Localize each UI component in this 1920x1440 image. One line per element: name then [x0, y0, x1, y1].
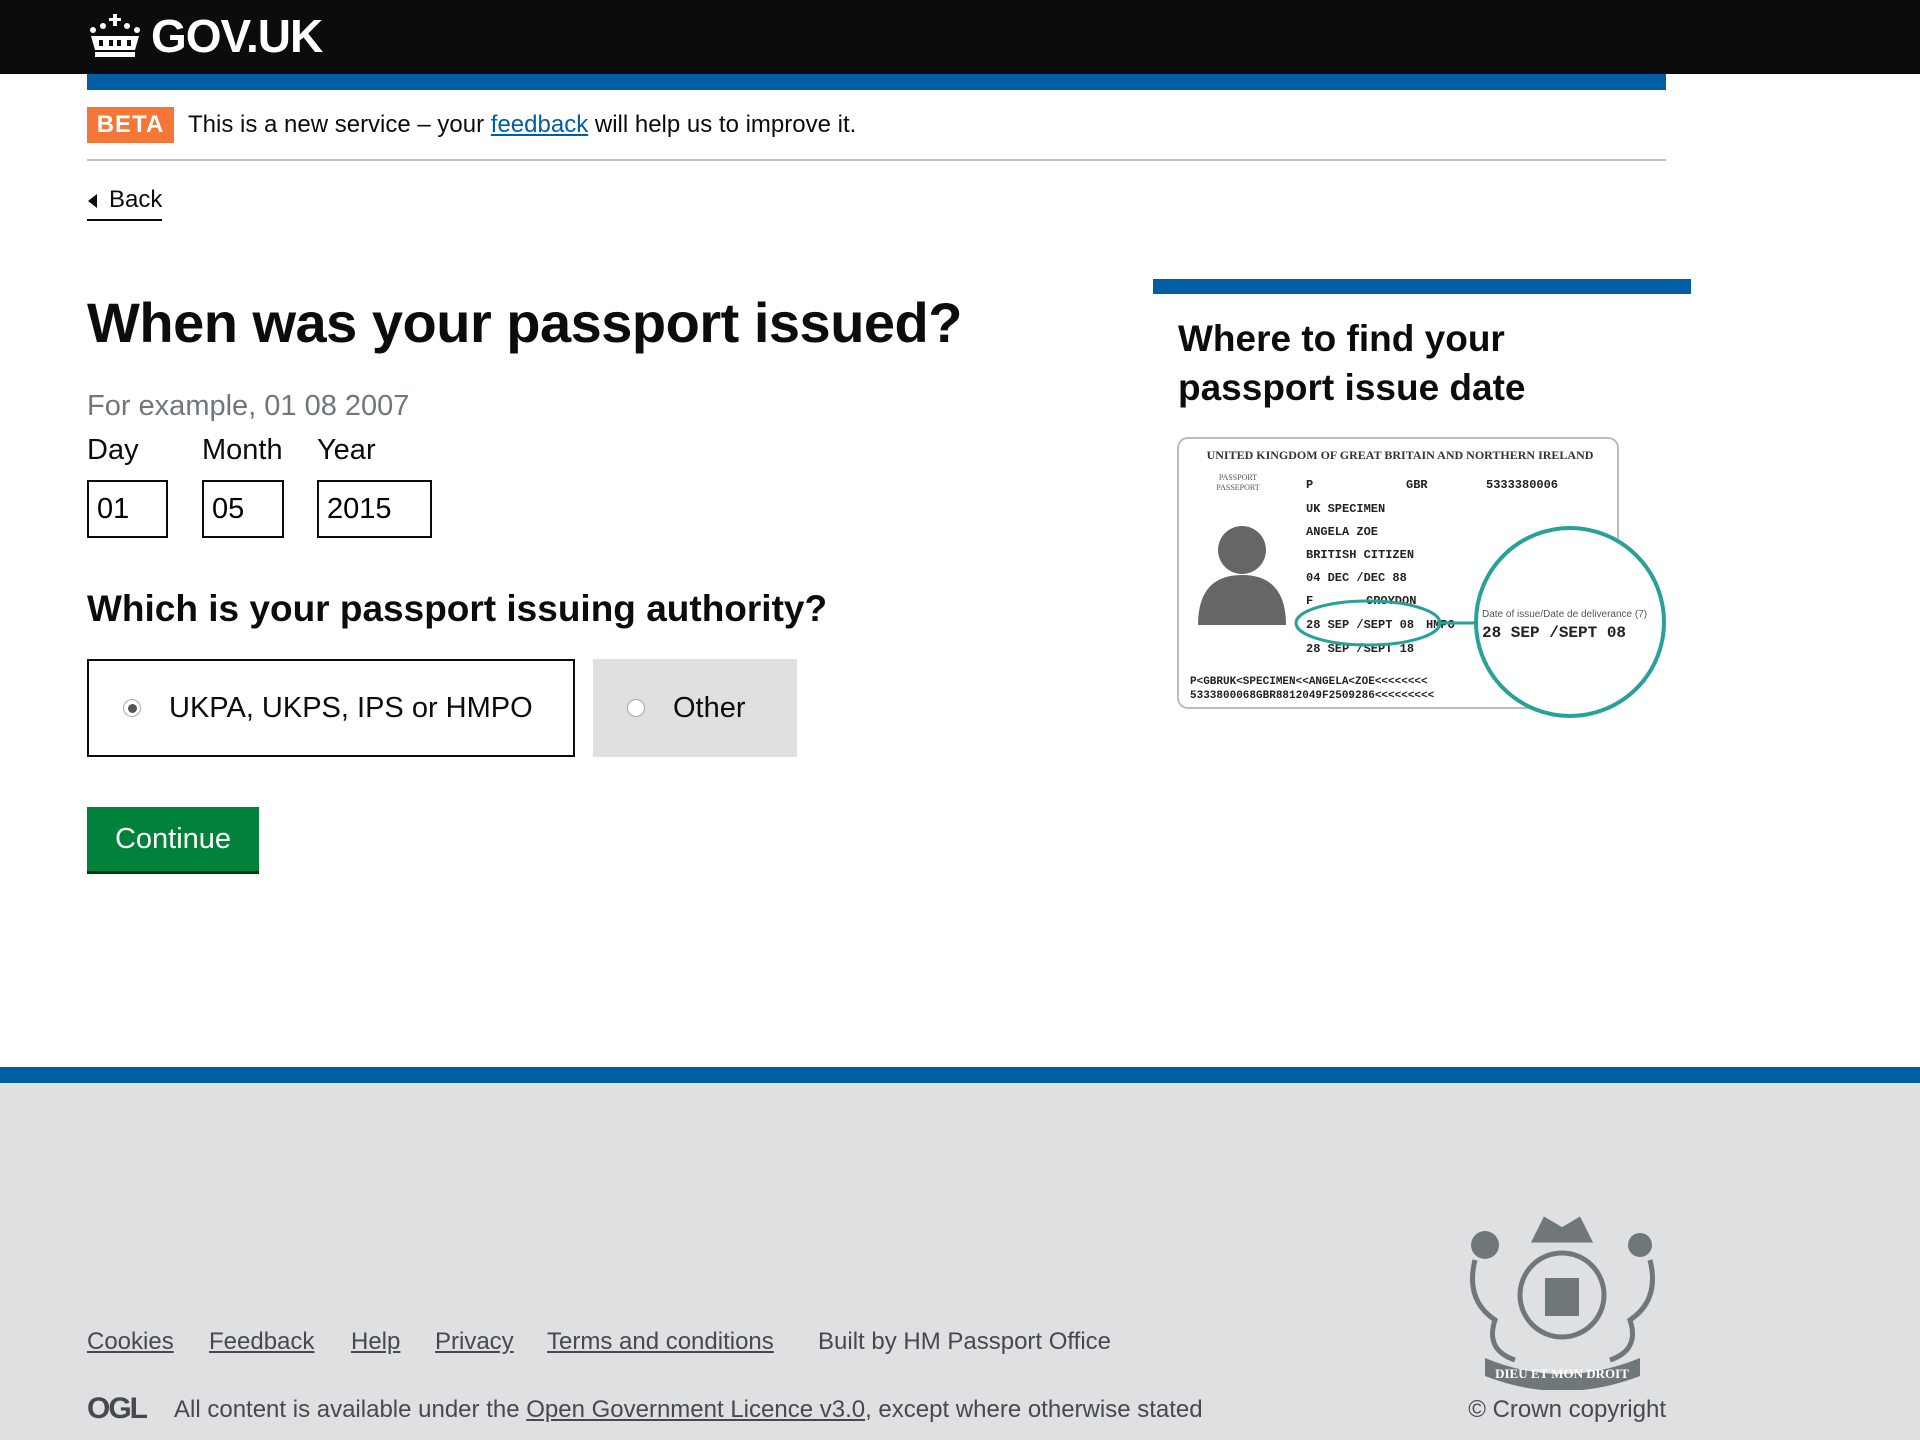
authority-question: Which is your passport issuing authority… — [87, 588, 828, 629]
radio-ukpa[interactable]: UKPA, UKPS, IPS or HMPO — [87, 659, 575, 757]
passport-code: GBR — [1406, 478, 1428, 492]
divider — [87, 159, 1666, 161]
banner-text-before: This is a new service – your — [188, 111, 491, 138]
crown-icon — [90, 14, 140, 57]
footer-link-help[interactable]: Help — [351, 1328, 400, 1356]
beta-tag: BETA — [87, 107, 174, 143]
zoom-label: Date of issue/Date de deliverance (7) — [1482, 609, 1647, 620]
back-arrow-icon — [88, 194, 97, 208]
passport-doc: PASSPORT — [1219, 473, 1257, 482]
passport-nationality: BRITISH CITIZEN — [1306, 548, 1414, 562]
back-label: Back — [109, 186, 163, 213]
phase-banner-text: This is a new service – your feedback wi… — [188, 108, 856, 142]
crown-copyright-link[interactable]: © Crown copyright — [1468, 1396, 1666, 1424]
passport-mrz1: P<GBRUK<SPECIMEN<<ANGELA<ZOE<<<<<<<< — [1190, 676, 1428, 688]
year-label: Year — [317, 434, 376, 466]
built-by: Built by HM Passport Office — [818, 1328, 1111, 1355]
licence-before: All content is available under the — [174, 1396, 527, 1423]
passport-country: UNITED KINGDOM OF GREAT BRITAIN AND NORT… — [1207, 448, 1594, 462]
logo-text: GOV.UK — [151, 10, 323, 62]
passport-issue: 28 SEP /SEPT 08 — [1306, 618, 1414, 632]
month-input[interactable] — [202, 480, 284, 538]
passport-mrz2: 5333800068GBR8812049F2509286<<<<<<<<< — [1190, 690, 1435, 702]
header-blue-bar — [87, 74, 1666, 90]
sidebar-blue-bar — [1153, 279, 1691, 294]
crest-motto: DIEU ET MON DROIT — [1495, 1366, 1629, 1381]
radio-selected-icon — [123, 699, 141, 717]
date-hint: For example, 01 08 2007 — [87, 390, 410, 422]
radio-label: UKPA, UKPS, IPS or HMPO — [169, 691, 533, 724]
zoom-value: 28 SEP /SEPT 08 — [1482, 624, 1626, 642]
continue-button[interactable]: Continue — [87, 807, 259, 871]
banner-text-after: will help us to improve it. — [588, 111, 857, 138]
govuk-logo-link[interactable]: GOV.UK — [87, 6, 323, 66]
licence-text: All content is available under the Open … — [174, 1396, 1203, 1424]
passport-doc2: PASSEPORT — [1216, 483, 1259, 492]
royal-coat-of-arms-icon: DIEU ET MON DROIT — [1470, 1216, 1655, 1390]
footer-link-feedback[interactable]: Feedback — [209, 1328, 314, 1356]
radio-unselected-icon — [627, 699, 645, 717]
radio-other[interactable]: Other — [593, 659, 797, 757]
year-input[interactable] — [317, 480, 432, 538]
sidebar-title: Where to find your passport issue date — [1178, 318, 1526, 408]
passport-given: ANGELA ZOE — [1306, 525, 1378, 539]
magnifier-circle — [1474, 526, 1666, 718]
day-input[interactable] — [87, 480, 168, 538]
day-label: Day — [87, 434, 139, 466]
passport-dob: 04 DEC /DEC 88 — [1306, 571, 1407, 585]
footer-link-terms[interactable]: Terms and conditions — [547, 1328, 774, 1356]
radio-label: Other — [673, 691, 746, 724]
footer-link-privacy[interactable]: Privacy — [435, 1328, 514, 1356]
licence-link[interactable]: Open Government Licence v3.0 — [526, 1396, 865, 1423]
licence-after: , except where otherwise stated — [865, 1396, 1203, 1423]
back-link[interactable]: Back — [87, 184, 163, 221]
passport-sex: F — [1306, 594, 1313, 608]
footer-link-cookies[interactable]: Cookies — [87, 1328, 174, 1356]
page-title: When was your passport issued? — [87, 291, 962, 354]
ogl-logo: OGL — [87, 1392, 148, 1425]
passport-surname: UK SPECIMEN — [1306, 502, 1385, 516]
feedback-link[interactable]: feedback — [491, 111, 588, 138]
month-label: Month — [202, 434, 283, 466]
passport-number: 5333380006 — [1486, 478, 1558, 492]
passport-type: P — [1306, 478, 1313, 492]
passport-example-image: UNITED KINGDOM OF GREAT BRITAIN AND NORT… — [1177, 437, 1666, 718]
